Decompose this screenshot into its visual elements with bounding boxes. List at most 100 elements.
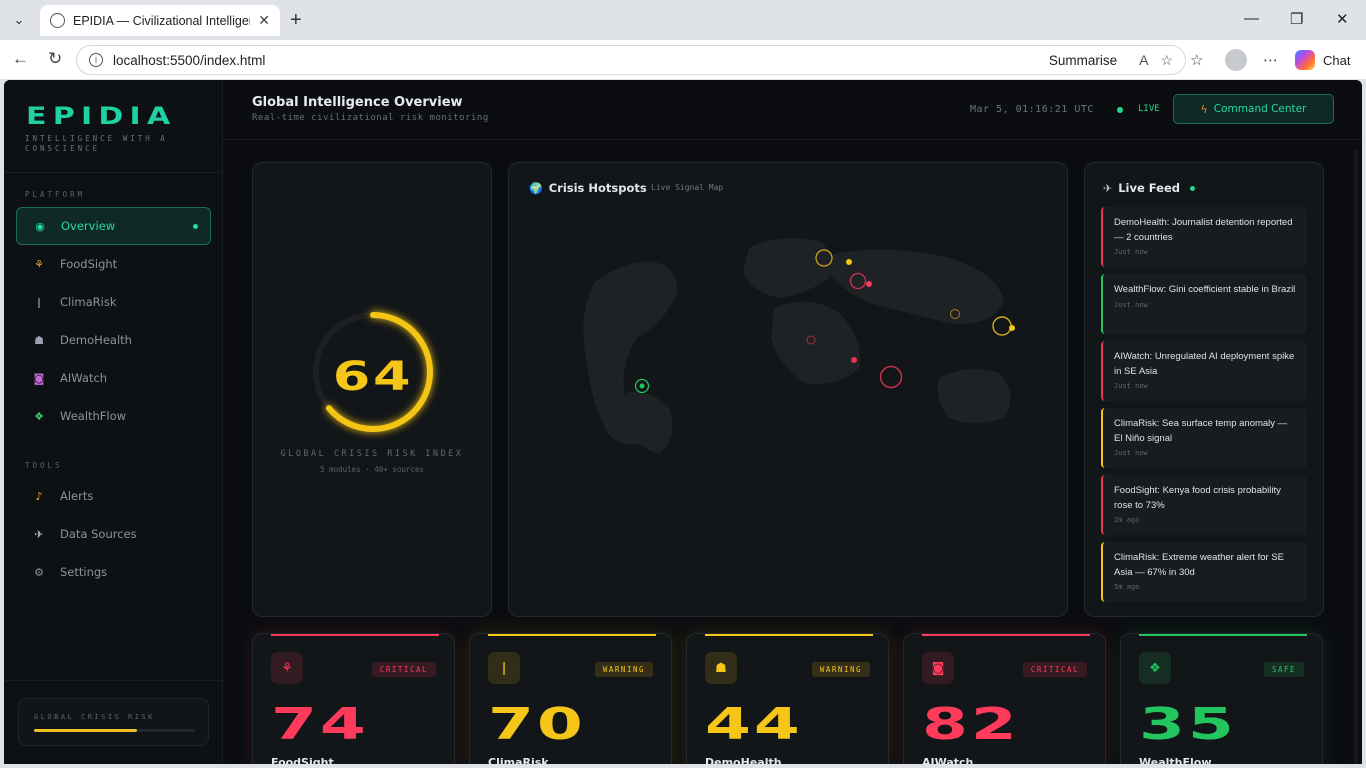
feed-item-time: Just now — [1114, 449, 1148, 457]
sidebar-divider — [4, 172, 223, 173]
read-aloud-icon[interactable]: A — [1139, 52, 1148, 68]
main-scrollbar[interactable] — [1354, 150, 1358, 764]
new-tab-button[interactable]: + — [290, 9, 302, 32]
feed-item[interactable]: FoodSight: Kenya food crisis probability… — [1101, 475, 1307, 535]
maximize-button[interactable]: ❐ — [1290, 10, 1303, 28]
global-risk-fill — [34, 729, 138, 732]
hotspot-dot[interactable] — [639, 383, 645, 389]
utc-clock: Mar 5, 01:16:21 UTC — [970, 104, 1094, 115]
sidebar-item-label: Data Sources — [60, 527, 137, 541]
feed-item-text: WealthFlow: Gini coefficient stable in B… — [1114, 284, 1296, 295]
app-window: EPIDIA INTELLIGENCE WITH A CONSCIENCE PL… — [4, 80, 1362, 764]
module-score: 70 — [488, 699, 586, 750]
lightning-icon: ϟ — [1200, 102, 1208, 116]
module-score: 82 — [922, 699, 1020, 750]
sidebar-item-label: ClimaRisk — [60, 295, 117, 309]
sidebar-item-demohealth[interactable]: ☗ DemoHealth — [16, 321, 211, 359]
feed-item-text: DemoHealth: Journalist detention reporte… — [1114, 217, 1293, 243]
copilot-chat-button[interactable]: Chat — [1295, 46, 1350, 74]
gauge-value: 64 — [333, 354, 414, 400]
risk-gauge: 64 — [313, 312, 433, 432]
close-window-button[interactable]: ✕ — [1336, 10, 1349, 28]
sidebar-item-label: WealthFlow — [60, 409, 127, 423]
more-options-icon[interactable]: ⋯ — [1263, 51, 1278, 69]
landmass-oceania — [937, 369, 1011, 423]
profile-avatar[interactable] — [1225, 49, 1247, 71]
sidebar-item-overview[interactable]: ◉ Overview — [16, 207, 211, 245]
url-text: localhost:5500/index.html — [113, 52, 266, 68]
sidebar-item-foodsight[interactable]: ⚘ FoodSight — [16, 245, 211, 283]
sidebar-item-settings[interactable]: ⚙ Settings — [16, 553, 211, 591]
command-center-button[interactable]: ϟ Command Center — [1173, 94, 1334, 124]
summarise-button[interactable]: Summarise — [1049, 53, 1117, 68]
module-status-line — [488, 634, 656, 636]
hotspot-dot[interactable] — [846, 259, 852, 265]
sidebar-item-climarisk[interactable]: ǀ ClimaRisk — [16, 283, 211, 321]
favorites-icon[interactable]: ☆ — [1190, 51, 1203, 69]
feed-item[interactable]: ClimaRisk: Extreme weather alert for SE … — [1101, 542, 1307, 602]
module-status-line — [1139, 634, 1307, 636]
wheat-icon: ⚘ — [271, 652, 303, 684]
feed-item-text: AIWatch: Unregulated AI deployment spike… — [1114, 351, 1295, 377]
satellite-icon: ✈ — [1103, 181, 1113, 195]
minimize-button[interactable]: — — [1244, 10, 1259, 27]
sidebar-item-aiwatch[interactable]: ◙ AIWatch — [16, 359, 211, 397]
feed-item[interactable]: AIWatch: Unregulated AI deployment spike… — [1101, 341, 1307, 401]
logo[interactable]: EPIDIA — [26, 102, 176, 130]
hotspot-dot[interactable] — [1009, 325, 1015, 331]
module-status-line — [705, 634, 873, 636]
top-header: Global Intelligence Overview Real-time c… — [223, 80, 1362, 140]
module-card-wealthflow[interactable]: ❖ SAFE 35 WealthFlow — [1120, 633, 1323, 764]
money-icon: ❖ — [1139, 652, 1171, 684]
reload-button[interactable]: ↻ — [48, 49, 62, 69]
module-card-aiwatch[interactable]: ◙ CRITICAL 82 AIWatch — [903, 633, 1106, 764]
feed-item[interactable]: ClimaRisk: Sea surface temp anomaly — El… — [1101, 408, 1307, 468]
status-badge: CRITICAL — [1022, 662, 1087, 677]
command-center-label: Command Center — [1213, 103, 1307, 115]
feed-title: ✈ Live Feed — [1103, 181, 1196, 195]
global-risk-mini-label: GLOBAL CRISIS RISK — [34, 713, 155, 721]
site-info-icon[interactable]: i — [89, 53, 103, 67]
hotspot-ring[interactable] — [992, 316, 1012, 336]
crisis-hotspots-map-card: 🌍 Crisis Hotspots Live Signal Map — [508, 162, 1068, 617]
status-badge: SAFE — [1263, 662, 1304, 677]
module-name: AIWatch — [922, 756, 974, 764]
feed-item[interactable]: DemoHealth: Journalist detention reporte… — [1101, 207, 1307, 267]
favorite-star-icon[interactable]: ☆ — [1160, 52, 1173, 69]
module-name: ClimaRisk — [488, 756, 549, 764]
thermometer-icon: ǀ — [37, 295, 41, 309]
feed-item-text: ClimaRisk: Extreme weather alert for SE … — [1114, 552, 1284, 578]
feed-item-time: Just now — [1114, 248, 1148, 256]
sidebar-item-data-sources[interactable]: ✈ Data Sources — [16, 515, 211, 553]
feed-item[interactable]: WealthFlow: Gini coefficient stable in B… — [1101, 274, 1307, 334]
module-score: 74 — [271, 699, 369, 750]
chat-label: Chat — [1323, 52, 1351, 68]
module-card-demohealth[interactable]: ☗ WARNING 44 DemoHealth — [686, 633, 889, 764]
live-label: LIVE — [1138, 104, 1160, 114]
module-card-climarisk[interactable]: ǀ WARNING 70 ClimaRisk — [469, 633, 672, 764]
hotspot-dot[interactable] — [866, 281, 872, 287]
global-risk-gauge-card: 64 GLOBAL CRISIS RISK INDEX 5 modules · … — [252, 162, 492, 617]
hotspot-map — [583, 238, 1015, 453]
money-icon: ❖ — [34, 409, 44, 423]
hotspot-ring[interactable] — [879, 365, 903, 389]
browser-tab[interactable]: EPIDIA — Civilizational Intelligence ✕ — [40, 5, 280, 36]
copilot-icon — [1295, 50, 1315, 70]
sidebar-item-label: Settings — [60, 565, 108, 579]
close-tab-icon[interactable]: ✕ — [258, 12, 270, 29]
sidebar-item-alerts[interactable]: ♪ Alerts — [16, 477, 211, 515]
feed-item-text: FoodSight: Kenya food crisis probability… — [1114, 485, 1281, 511]
sidebar-item-wealthflow[interactable]: ❖ WealthFlow — [16, 397, 211, 435]
status-badge: CRITICAL — [371, 662, 436, 677]
tab-list-button[interactable]: ⌄ — [6, 8, 32, 32]
sidebar-item-label: AIWatch — [60, 371, 108, 385]
back-button[interactable]: ← — [12, 49, 29, 69]
module-status-line — [271, 634, 439, 636]
address-bar[interactable]: i localhost:5500/index.html Summarise A … — [76, 45, 1186, 75]
feed-item-time: 5m ago — [1114, 583, 1140, 591]
sidebar-item-label: FoodSight — [60, 257, 118, 271]
hotspot-dot[interactable] — [851, 357, 857, 363]
overview-icon: ◉ — [35, 219, 45, 233]
module-card-foodsight[interactable]: ⚘ CRITICAL 74 FoodSight — [252, 633, 455, 764]
status-badge: WARNING — [594, 662, 653, 677]
